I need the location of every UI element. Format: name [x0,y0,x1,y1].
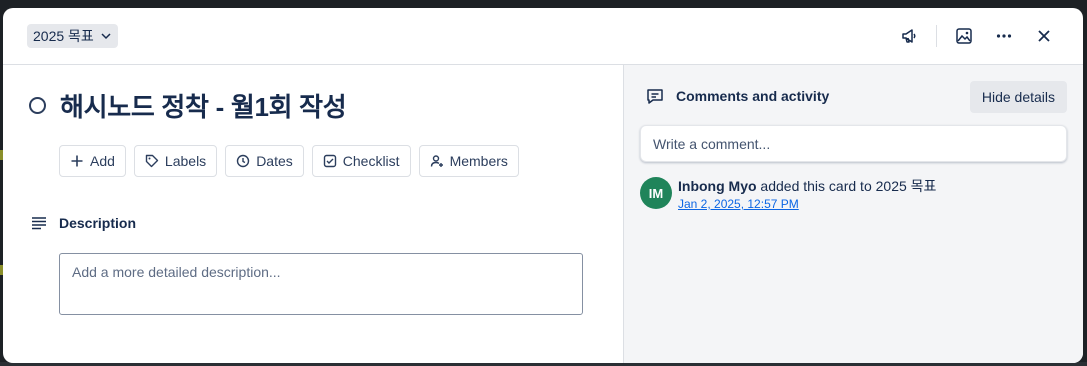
description-header: Description [31,215,136,231]
members-button[interactable]: Members [418,145,519,177]
comment-input[interactable]: Write a comment... [640,125,1067,162]
comments-header: Comments and activity [646,87,829,105]
close-button[interactable] [1027,19,1061,53]
cover-image-button[interactable] [947,19,981,53]
activity-content: Inbong Myo added this card to 2025 목표 Ja… [678,177,936,211]
add-member-icon [430,155,443,167]
more-options-button[interactable] [987,19,1021,53]
more-horizontal-icon [996,34,1012,38]
description-placeholder: Add a more detailed description... [72,264,281,280]
activity-item: IM Inbong Myo added this card to 2025 목표… [640,177,936,211]
activity-text: Inbong Myo added this card to 2025 목표 [678,177,936,195]
add-button[interactable]: Add [59,145,126,177]
activity-timestamp[interactable]: Jan 2, 2025, 12:57 PM [678,197,936,211]
chevron-down-icon [101,33,111,40]
checklist-label: Checklist [342,153,400,169]
label-tag-icon [145,154,159,168]
megaphone-icon [902,29,916,43]
card-topbar: 2025 목표 [3,8,1083,65]
description-input[interactable]: Add a more detailed description... [59,253,583,315]
dates-label: Dates [256,153,293,169]
image-icon [956,28,972,44]
plus-icon [71,155,83,167]
dates-button[interactable]: Dates [225,145,304,177]
megaphone-button[interactable] [892,19,926,53]
comment-placeholder: Write a comment... [653,135,771,152]
close-icon [1038,30,1050,42]
activity-sidebar: Comments and activity Hide details Write… [623,65,1083,363]
hide-details-button[interactable]: Hide details [969,81,1067,113]
comment-icon [647,89,663,104]
clock-icon [236,154,250,168]
members-label: Members [449,153,508,169]
checklist-icon [323,154,336,168]
description-icon [32,217,46,230]
add-label: Add [90,153,115,169]
card-main: 해시노드 정착 - 월1회 작성 Add Labels Dates Checkl… [3,65,623,363]
card-modal: 2025 목표 해시노드 정착 - 월1회 작성 Add Labels Date… [3,8,1083,363]
top-actions [892,19,1061,53]
labels-button[interactable]: Labels [133,145,218,177]
card-body: 해시노드 정착 - 월1회 작성 Add Labels Dates Checkl… [3,65,1083,363]
description-heading: Description [59,215,137,231]
complete-toggle[interactable] [29,97,46,114]
activity-user[interactable]: Inbong Myo [678,178,757,194]
activity-message: added this card to 2025 목표 [756,178,937,194]
card-title[interactable]: 해시노드 정착 - 월1회 작성 [60,87,347,124]
list-selector[interactable]: 2025 목표 [27,24,118,48]
checklist-button[interactable]: Checklist [311,145,411,177]
avatar[interactable]: IM [640,177,672,209]
title-row: 해시노드 정착 - 월1회 작성 [29,87,347,124]
divider [936,25,937,47]
comments-heading: Comments and activity [676,88,830,104]
list-name: 2025 목표 [33,28,94,44]
card-actions: Add Labels Dates Checklist Members [59,145,519,177]
labels-label: Labels [164,153,207,169]
